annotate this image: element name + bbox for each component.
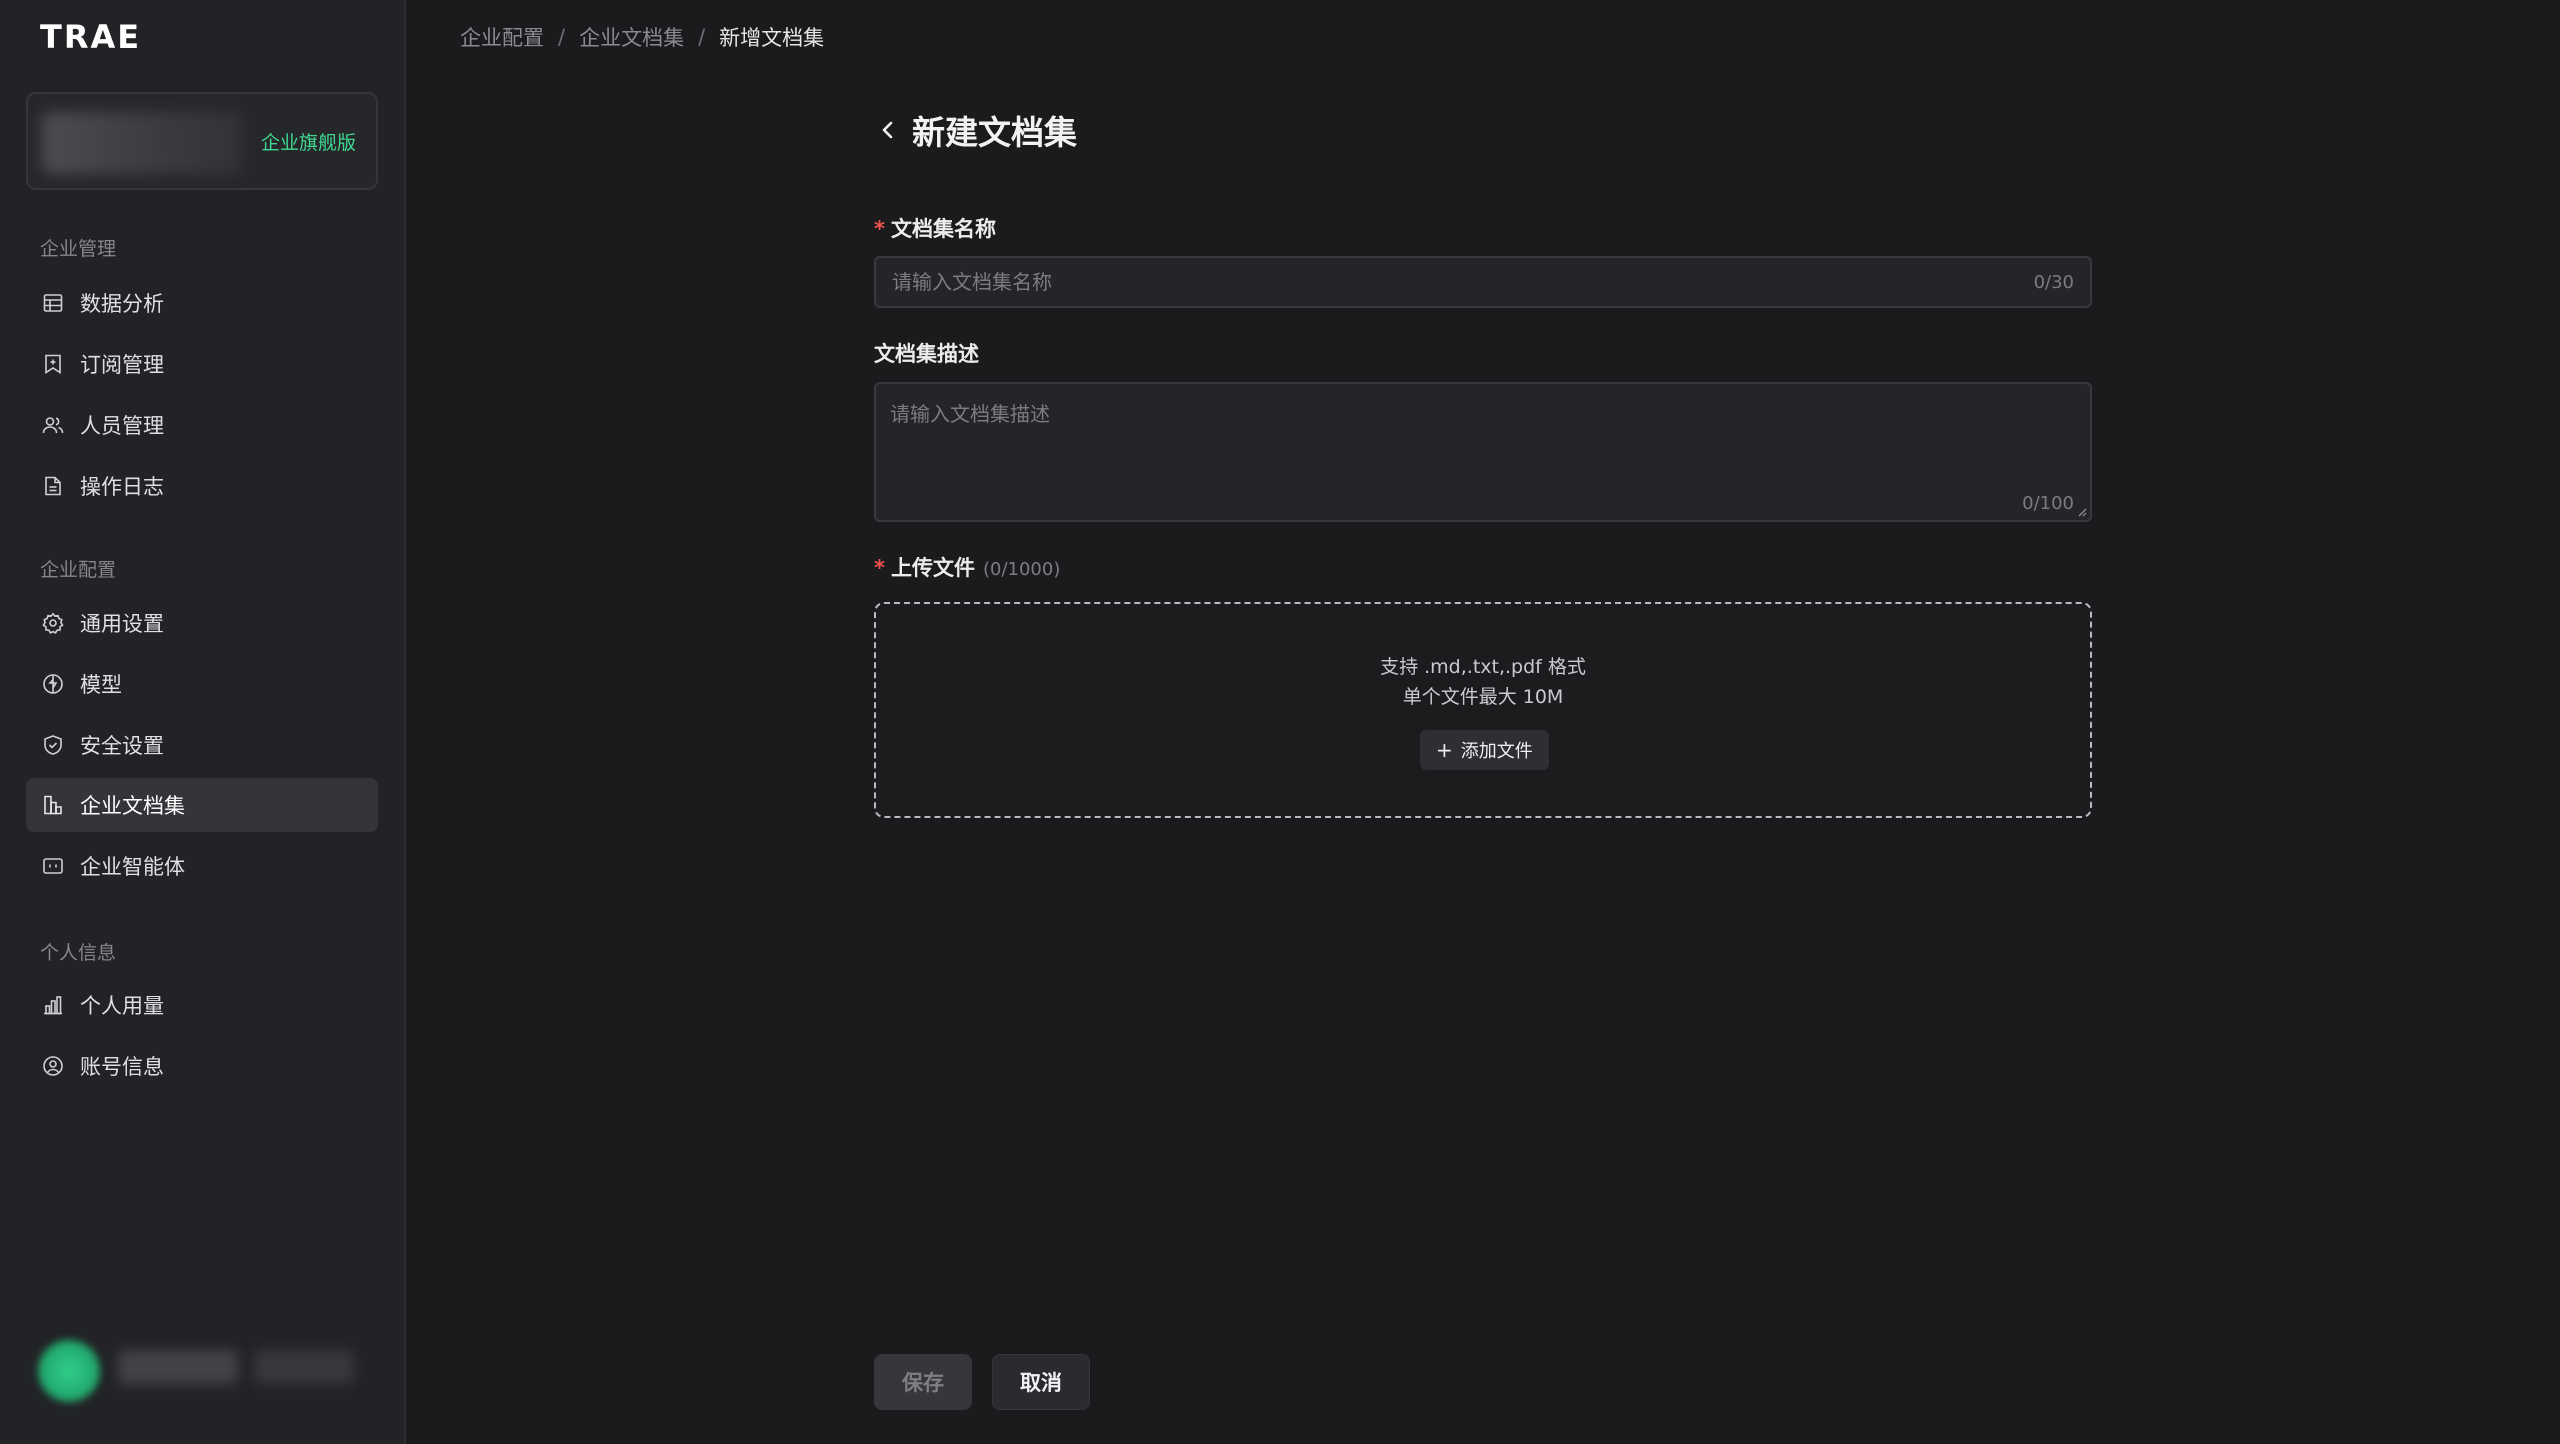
description-field-label: 文档集描述 [874, 338, 979, 368]
sidebar-item-label: 模型 [80, 673, 122, 697]
doc-set-description-textarea[interactable] [890, 398, 2070, 488]
sidebar-item-account-info[interactable]: 账号信息 [26, 1039, 378, 1093]
sidebar-item-members[interactable]: 人员管理 [26, 398, 378, 452]
sidebar-item-label: 安全设置 [80, 734, 164, 758]
sidebar-item-label: 个人用量 [80, 994, 164, 1018]
breadcrumb: 企业配置 / 企业文档集 / 新增文档集 [460, 22, 824, 52]
description-char-counter: 0/100 [2022, 493, 2074, 514]
sidebar-item-label: 操作日志 [80, 475, 164, 499]
org-switcher[interactable]: 企业旗舰版 [26, 92, 378, 190]
upload-size-hint: 单个文件最大 10M [1402, 686, 1564, 708]
bar-chart-icon [42, 994, 64, 1016]
upload-format-hint: 支持 .md,.txt,.pdf 格式 [1380, 656, 1586, 678]
org-name-redacted [42, 112, 242, 174]
doc-set-name-input[interactable] [892, 270, 2034, 294]
sidebar-item-label: 订阅管理 [80, 353, 164, 377]
upload-count-hint: (0/1000) [982, 559, 1061, 580]
breadcrumb-item-current: 新增文档集 [719, 26, 825, 50]
sidebar: TRAE 企业旗舰版 企业管理 数据分析 订阅管理 人员管理 操作日志 企业配置 [0, 0, 406, 1444]
user-profile-card[interactable] [28, 1330, 368, 1410]
sidebar-item-operation-log[interactable]: 操作日志 [26, 459, 378, 513]
sidebar-item-label: 企业智能体 [80, 855, 185, 879]
sidebar-item-enterprise-docs[interactable]: 企业文档集 [26, 778, 378, 832]
breadcrumb-separator: / [558, 25, 566, 49]
page-title: 新建文档集 [912, 113, 1077, 152]
sidebar-item-label: 通用设置 [80, 612, 164, 636]
users-icon [42, 414, 64, 436]
sidebar-item-label: 人员管理 [80, 414, 164, 438]
name-field-label: * 文档集名称 [874, 213, 996, 243]
sidebar-item-label: 账号信息 [80, 1055, 164, 1079]
breadcrumb-item-enterprise-config[interactable]: 企业配置 [460, 22, 544, 52]
name-label-text: 文档集名称 [890, 217, 996, 241]
trae-logo[interactable]: TRAE [40, 18, 141, 56]
docs-icon [42, 794, 64, 816]
sidebar-item-general-settings[interactable]: 通用设置 [26, 596, 378, 650]
description-textarea-wrapper[interactable]: 0/100 [874, 382, 2092, 522]
required-mark: * [874, 217, 885, 241]
section-title-enterprise-config: 企业配置 [40, 559, 117, 581]
breadcrumb-item-enterprise-docs[interactable]: 企业文档集 [579, 22, 684, 52]
add-file-label: 添加文件 [1460, 741, 1533, 762]
section-title-enterprise-management: 企业管理 [40, 238, 117, 260]
username-redacted [118, 1350, 238, 1384]
name-char-counter: 0/30 [2033, 271, 2074, 293]
breadcrumb-separator: / [698, 25, 706, 49]
plus-icon: + [1436, 738, 1453, 762]
sidebar-item-enterprise-agent[interactable]: 企业智能体 [26, 839, 378, 893]
sidebar-item-security[interactable]: 安全设置 [26, 718, 378, 772]
gear-icon [42, 612, 64, 634]
agent-icon [42, 855, 64, 877]
add-file-button[interactable]: + 添加文件 [1420, 730, 1549, 770]
sidebar-item-model[interactable]: 模型 [26, 657, 378, 711]
file-drop-zone[interactable]: 支持 .md,.txt,.pdf 格式 单个文件最大 10M + 添加文件 [874, 602, 2092, 818]
cancel-button[interactable]: 取消 [992, 1354, 1090, 1410]
resize-handle-icon[interactable] [2075, 505, 2087, 517]
save-button[interactable]: 保存 [874, 1354, 972, 1410]
sidebar-item-data-analysis[interactable]: 数据分析 [26, 276, 378, 330]
avatar [38, 1340, 100, 1402]
user-circle-icon [42, 1055, 64, 1077]
upload-field-label: * 上传文件 (0/1000) [874, 552, 1060, 582]
section-title-personal-info: 个人信息 [40, 942, 117, 964]
chevron-left-icon[interactable] [874, 116, 902, 144]
shield-icon [42, 734, 64, 756]
sidebar-item-subscription[interactable]: 订阅管理 [26, 337, 378, 391]
user-role-redacted [254, 1350, 354, 1384]
bookmark-icon [42, 353, 64, 375]
upload-label-text: 上传文件 [890, 556, 975, 580]
file-text-icon [42, 475, 64, 497]
sidebar-item-label: 企业文档集 [80, 794, 185, 818]
plan-badge: 企业旗舰版 [260, 132, 356, 154]
description-label-text: 文档集描述 [874, 342, 979, 366]
required-mark: * [874, 556, 885, 580]
name-input-wrapper[interactable]: 0/30 [874, 256, 2092, 308]
sidebar-item-personal-usage[interactable]: 个人用量 [26, 978, 378, 1032]
sidebar-item-label: 数据分析 [80, 292, 164, 316]
table-icon [42, 292, 64, 314]
model-icon [42, 673, 64, 695]
page-header: 新建文档集 [874, 106, 1077, 154]
